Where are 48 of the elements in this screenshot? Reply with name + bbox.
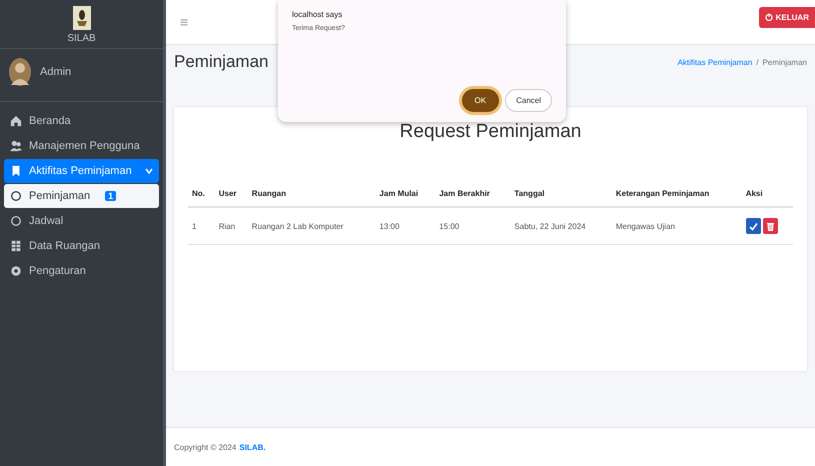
table-icon bbox=[10, 240, 22, 252]
footer-link[interactable]: SILAB. bbox=[239, 442, 266, 452]
breadcrumb-current: Peminjaman bbox=[762, 58, 807, 66]
column-header: Ruangan bbox=[248, 181, 376, 207]
brand-name: SILAB bbox=[67, 33, 96, 44]
sidebar-item[interactable]: Pengaturan bbox=[4, 259, 159, 283]
card-title: Request Peminjaman bbox=[398, 121, 582, 143]
breadcrumb-separator: / bbox=[756, 58, 759, 66]
table-cell: 15:00 bbox=[435, 207, 510, 244]
column-header: Aksi bbox=[742, 181, 793, 207]
table-cell: Rian bbox=[214, 207, 248, 244]
bookmark-icon bbox=[10, 165, 22, 177]
ok-button[interactable]: OK bbox=[462, 89, 500, 112]
logout-button[interactable]: KELUAR bbox=[758, 6, 815, 28]
circle-icon bbox=[10, 190, 22, 202]
sidebar-item[interactable]: Aktifitas Peminjaman bbox=[4, 159, 159, 183]
copyright-text: Copyright © 2024 bbox=[174, 442, 236, 452]
check-icon bbox=[748, 222, 758, 230]
cancel-button[interactable]: Cancel bbox=[505, 89, 552, 112]
column-header: No. bbox=[188, 181, 215, 207]
column-header: User bbox=[214, 181, 248, 207]
page-title: Peminjaman bbox=[174, 52, 268, 72]
home-icon bbox=[10, 115, 22, 127]
sidebar-item[interactable]: Jadwal bbox=[4, 209, 159, 233]
count-badge: 1 bbox=[105, 191, 116, 201]
power-icon bbox=[764, 13, 773, 21]
delete-button[interactable] bbox=[762, 218, 778, 234]
column-header: Jam Mulai bbox=[375, 181, 436, 207]
sidebar-item[interactable]: Peminjaman 1 bbox=[4, 184, 159, 208]
table-cell: Ruangan 2 Lab Komputer bbox=[248, 207, 376, 244]
users-icon bbox=[10, 140, 22, 152]
sidebar-item[interactable]: Manajemen Pengguna bbox=[4, 134, 159, 158]
sidebar-item[interactable]: Beranda bbox=[4, 109, 159, 133]
table-cell: Mengawas Ujian bbox=[612, 207, 742, 244]
column-header: Tanggal bbox=[510, 181, 612, 207]
breadcrumb-link[interactable]: Aktifitas Peminjaman bbox=[678, 58, 752, 66]
trash-icon bbox=[766, 222, 775, 230]
dialog-title: localhost says bbox=[292, 10, 344, 19]
column-header: Keterangan Peminjaman bbox=[612, 181, 742, 207]
user-name: Admin bbox=[40, 66, 72, 78]
table-cell: Sabtu, 22 Juni 2024 bbox=[510, 207, 612, 244]
circle-icon bbox=[10, 215, 22, 227]
table-cell: 13:00 bbox=[375, 207, 436, 244]
approve-button[interactable] bbox=[746, 218, 761, 234]
avatar-icon bbox=[8, 57, 32, 87]
column-header: Jam Berakhir bbox=[435, 181, 510, 207]
sidebar-item[interactable]: Data Ruangan bbox=[4, 234, 159, 258]
table-cell: 1 bbox=[188, 207, 215, 244]
